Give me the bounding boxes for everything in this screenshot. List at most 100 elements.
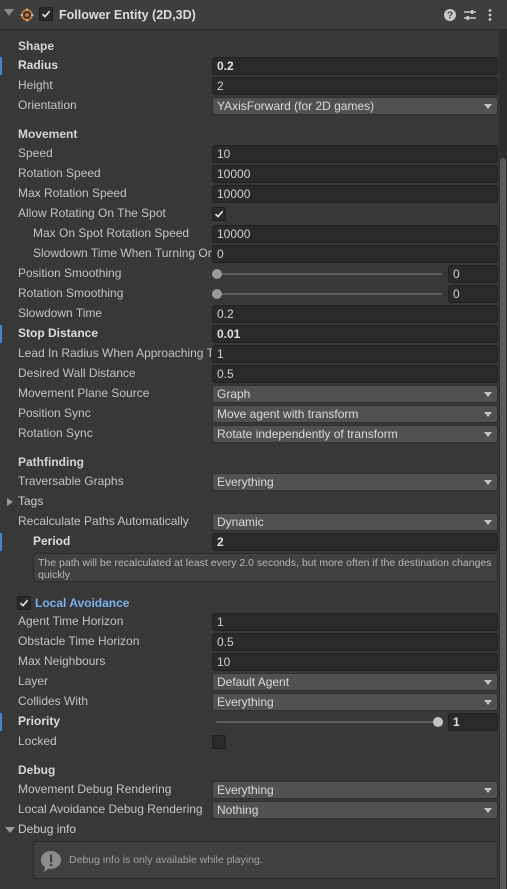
slider-handle[interactable] [212, 269, 222, 279]
avoidance-render-value: Nothing [217, 803, 259, 817]
plane-source-dropdown[interactable]: Graph [212, 385, 498, 403]
allow-rotating-checkbox[interactable] [212, 207, 226, 221]
settings-icon[interactable] [462, 7, 478, 23]
position-smoothing-row: Position Smoothing 0 [0, 264, 500, 284]
max-rotation-speed-row: Max Rotation Speed 10000 [0, 184, 500, 204]
agent-time-field[interactable]: 1 [212, 613, 498, 631]
traversable-dropdown[interactable]: Everything [212, 473, 498, 491]
desired-wall-field[interactable]: 0.5 [212, 365, 498, 383]
obstacle-time-field[interactable]: 0.5 [212, 633, 498, 651]
locked-checkbox[interactable] [212, 735, 226, 749]
movement-render-label: Movement Debug Rendering [18, 782, 172, 796]
info-icon [41, 851, 61, 872]
position-sync-dropdown[interactable]: Move agent with transform [212, 405, 498, 423]
local-avoidance-title[interactable]: Local Avoidance [35, 596, 129, 610]
height-row: Height 2 [0, 76, 500, 96]
traversable-row: Traversable Graphs Everything [0, 472, 500, 492]
layer-label: Layer [18, 674, 49, 688]
chevron-down-icon [484, 392, 492, 397]
layer-value: Default Agent [217, 675, 290, 689]
movement-render-dropdown[interactable]: Everything [212, 781, 498, 799]
component-enabled-checkbox[interactable] [39, 7, 53, 21]
priority-slider[interactable] [216, 721, 438, 723]
position-smoothing-field[interactable]: 0 [448, 265, 498, 283]
position-sync-row: Position Sync Move agent with transform [0, 404, 500, 424]
plane-source-label: Movement Plane Source [18, 386, 150, 400]
lead-in-radius-field[interactable]: 1 [212, 345, 498, 363]
chevron-down-icon [484, 788, 492, 793]
lead-in-radius-row: Lead In Radius When Approaching Target 1 [0, 344, 500, 364]
more-icon[interactable] [482, 7, 498, 23]
rotation-speed-field[interactable]: 10000 [212, 165, 498, 183]
stop-distance-label: Stop Distance [18, 326, 99, 340]
help-icon[interactable]: ? [442, 7, 458, 23]
section-pathfinding: Pathfinding [18, 455, 84, 469]
rotation-smoothing-field[interactable]: 0 [448, 285, 498, 303]
movement-render-value: Everything [217, 783, 274, 797]
period-label: Period [33, 534, 71, 548]
radius-label: Radius [18, 58, 59, 72]
slowdown-time-field[interactable]: 0.2 [212, 305, 498, 323]
component-header[interactable]: Follower Entity (2D,3D) ? [0, 0, 507, 30]
max-on-spot-field[interactable]: 10000 [212, 225, 498, 243]
scrollbar[interactable] [499, 30, 507, 889]
allow-rotating-row: Allow Rotating On The Spot [0, 204, 500, 224]
checkmark-icon [214, 210, 224, 218]
height-label: Height [18, 78, 53, 92]
chevron-down-icon [484, 700, 492, 705]
layer-row: Layer Default Agent [0, 672, 500, 692]
max-neighbours-label: Max Neighbours [18, 654, 106, 668]
foldout-arrow-icon[interactable] [5, 827, 15, 833]
period-field[interactable]: 2 [212, 533, 498, 551]
movement-render-row: Movement Debug Rendering Everything [0, 780, 500, 800]
debug-info-label[interactable]: Debug info [18, 822, 76, 836]
layer-dropdown[interactable]: Default Agent [212, 673, 498, 691]
stop-distance-row: Stop Distance 0.01 [0, 324, 500, 344]
collapse-arrow-icon[interactable] [4, 9, 14, 16]
tags-label[interactable]: Tags [18, 494, 43, 508]
slider-handle[interactable] [433, 717, 443, 727]
lead-in-radius-label: Lead In Radius When Approaching Target [18, 346, 212, 360]
plane-source-row: Movement Plane Source Graph [0, 384, 500, 404]
avoidance-render-label: Local Avoidance Debug Rendering [18, 802, 203, 816]
rotation-speed-label: Rotation Speed [18, 166, 101, 180]
recalc-dropdown[interactable]: Dynamic [212, 513, 498, 531]
debug-info-row[interactable]: Debug info [0, 820, 500, 840]
max-rotation-speed-label: Max Rotation Speed [18, 186, 127, 200]
max-neighbours-row: Max Neighbours 10 [0, 652, 500, 672]
obstacle-time-row: Obstacle Time Horizon 0.5 [0, 632, 500, 652]
speed-label: Speed [18, 146, 53, 160]
collides-row: Collides With Everything [0, 692, 500, 712]
slider-handle[interactable] [212, 289, 222, 299]
rotation-sync-dropdown[interactable]: Rotate independently of transform [212, 425, 498, 443]
debug-info-box: Debug info is only available while playi… [33, 841, 498, 879]
local-avoidance-checkbox[interactable] [17, 596, 31, 610]
avoidance-render-dropdown[interactable]: Nothing [212, 801, 498, 819]
max-on-spot-label: Max On Spot Rotation Speed [33, 226, 190, 240]
rotation-sync-value: Rotate independently of transform [217, 427, 398, 441]
collides-dropdown[interactable]: Everything [212, 693, 498, 711]
locked-label: Locked [18, 734, 57, 748]
desired-wall-label: Desired Wall Distance [18, 366, 136, 380]
position-smoothing-slider[interactable] [216, 273, 442, 275]
max-rotation-speed-field[interactable]: 10000 [212, 185, 498, 203]
speed-field[interactable]: 10 [212, 145, 498, 163]
max-neighbours-field[interactable]: 10 [212, 653, 498, 671]
stop-distance-field[interactable]: 0.01 [212, 325, 498, 343]
scrollbar-thumb[interactable] [500, 158, 506, 889]
orientation-dropdown[interactable]: YAxisForward (for 2D games) [212, 97, 498, 115]
locked-row: Locked [0, 732, 500, 752]
chevron-down-icon [484, 412, 492, 417]
allow-rotating-label: Allow Rotating On The Spot [18, 206, 166, 220]
rotation-smoothing-slider[interactable] [216, 293, 442, 295]
obstacle-time-label: Obstacle Time Horizon [18, 634, 140, 648]
slowdown-turning-field[interactable]: 0 [212, 245, 498, 263]
height-field[interactable]: 2 [212, 77, 498, 95]
priority-field[interactable]: 1 [448, 713, 498, 731]
tags-row[interactable]: Tags [0, 492, 500, 512]
foldout-arrow-icon[interactable] [7, 498, 13, 506]
traversable-value: Everything [217, 475, 274, 489]
period-help-box: The path will be recalculated at least e… [33, 553, 498, 582]
rotation-sync-label: Rotation Sync [18, 426, 93, 440]
radius-field[interactable]: 0.2 [212, 57, 498, 75]
